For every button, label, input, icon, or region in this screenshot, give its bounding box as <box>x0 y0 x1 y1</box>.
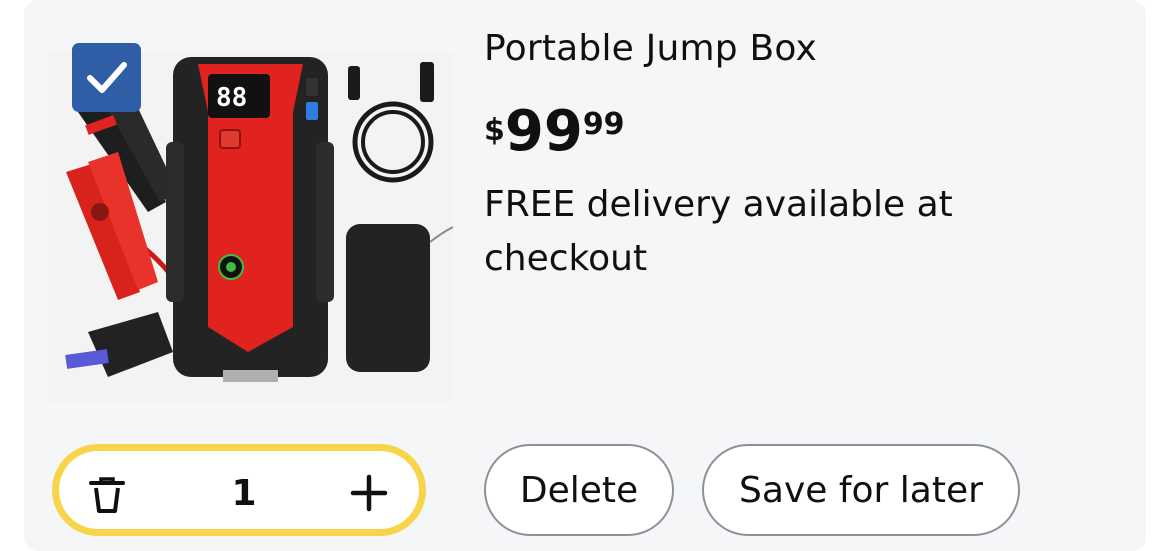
display-readout: 88 <box>216 83 247 113</box>
price-whole: 99 <box>504 99 583 164</box>
product-title[interactable]: Portable Jump Box <box>484 28 817 69</box>
trash-icon[interactable] <box>87 475 127 515</box>
price-fraction: 99 <box>582 107 625 142</box>
select-item-checkbox[interactable] <box>72 43 141 112</box>
price-currency: $ <box>484 113 505 148</box>
quantity-value: 1 <box>231 473 257 514</box>
delivery-info: FREE delivery available at checkout <box>484 184 953 279</box>
quantity-stepper: 1 <box>52 444 426 536</box>
delete-button[interactable]: Delete <box>484 444 674 536</box>
product-price: $ 99 99 <box>484 104 625 160</box>
plus-icon[interactable] <box>349 473 389 513</box>
checkmark-icon <box>86 61 127 93</box>
save-for-later-button[interactable]: Save for later <box>702 444 1020 536</box>
